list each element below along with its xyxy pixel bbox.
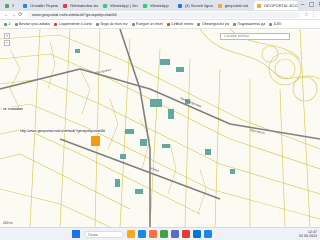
browser-tab[interactable]: 2 <box>2 1 18 10</box>
browser-tab[interactable]: WhatsApp | Зеленая <box>100 1 138 10</box>
taskbar-app-icon[interactable] <box>193 230 201 238</box>
bookmark-item[interactable]: Подпишитесь да <box>232 22 266 26</box>
bookmark-icon <box>166 22 170 26</box>
browser-tab-bar: 2 Онлайн Переводчик Rebtrabotna ziek WhatsA… <box>0 0 320 11</box>
bookmark-item[interactable]: 2 <box>4 22 11 26</box>
tab-favicon-icon <box>257 3 262 8</box>
browser-tab[interactable]: Онлайн Переводчик <box>20 1 58 10</box>
bookmark-item[interactable]: Bmose rpoc-adtabu <box>14 22 51 26</box>
browser-tab[interactable]: Rebtrabotna ziek <box>60 1 98 10</box>
system-tray[interactable]: 12:47 02.06.2023 <box>299 230 317 238</box>
bookmark-label: Celifiotl minec <box>171 22 194 26</box>
bookmark-label: DJEI <box>273 22 282 26</box>
windows-start-icon[interactable] <box>72 230 80 238</box>
browser-tab[interactable]: (3) Scorch ligna <box>175 1 213 10</box>
maximize-icon[interactable]: ▢ <box>307 0 316 11</box>
tray-date: 02.06.2023 <box>299 234 317 238</box>
bookmark-icon <box>131 22 135 26</box>
bookmark-icon <box>96 22 100 26</box>
browser-tab[interactable]: geoportal.md <box>215 1 252 10</box>
taskbar: Поиск 12:47 02.06.2023 <box>0 227 320 240</box>
tab-label: 2 <box>12 3 15 8</box>
taskbar-app-icon[interactable] <box>204 230 212 238</box>
bookmark-item[interactable]: Ruegue un reset <box>131 22 163 26</box>
map-url-label: http://www.geoportal.md/ru/default/?geos… <box>19 129 107 133</box>
bookmark-icon <box>197 22 201 26</box>
tab-favicon-icon <box>143 3 148 8</box>
bookmark-label: Bmose rpoc-adtabu <box>19 22 51 26</box>
bookmark-item[interactable]: Bogo dz:mon mv <box>96 22 128 26</box>
browser-tab[interactable]: WhatsApp <box>140 1 172 10</box>
taskbar-search-input[interactable]: Поиск <box>84 230 124 238</box>
forward-icon[interactable]: → <box>10 12 17 18</box>
taskbar-app-icon[interactable] <box>127 230 135 238</box>
active-browser-tab[interactable]: GEOPORTAL.ECO.MD <box>254 1 299 10</box>
map-canvas[interactable]: Митр. Варлаам Ион Крянгэ Улица Мунчешть <box>0 29 320 227</box>
bookmarks-bar: 2 Bmose rpoc-adtabu Lugarimiente d Jonic Bo… <box>0 20 320 29</box>
cadastral-map[interactable]: Митр. Варлаам Ион Крянгэ Улица Мунчешть … <box>0 29 320 227</box>
bookmark-icon <box>14 22 18 26</box>
tab-label: (3) Scorch ligna <box>184 3 213 8</box>
tab-label: WhatsApp | Зеленая <box>110 3 139 8</box>
svg-text:Улица: Улица <box>150 166 160 173</box>
zoom-in-button[interactable]: + <box>4 33 10 39</box>
bookmark-item[interactable]: Lugarimiente d Jonic <box>54 22 92 26</box>
bookmark-label: 2 <box>8 22 11 26</box>
tab-favicon-icon <box>63 3 68 8</box>
taskbar-app-icon[interactable] <box>160 230 168 238</box>
scale-bar: 200 m <box>3 221 13 225</box>
url-field[interactable]: www.geoportal.md/ru/default/?geospetipor… <box>27 12 300 18</box>
tab-favicon-icon <box>177 3 182 8</box>
window-controls: – ▢ ✕ <box>298 0 320 11</box>
star-icon[interactable]: ☆ <box>303 12 310 18</box>
menu-icon[interactable]: ⋮ <box>310 12 317 18</box>
bookmark-item[interactable]: DJEI <box>269 22 282 26</box>
bookmark-label: Lugarimiente d Jonic <box>58 22 93 26</box>
svg-text:Ион Крянгэ: Ион Крянгэ <box>94 68 111 75</box>
bookmark-label: Obeziegunzio pa <box>201 22 229 26</box>
close-icon[interactable]: ✕ <box>316 0 320 11</box>
bookmark-label: Bogo dz:mon mv <box>100 22 128 26</box>
reload-icon[interactable]: ⟳ <box>17 12 24 18</box>
taskbar-app-icon[interactable] <box>149 230 157 238</box>
map-left-label: ce coawatan <box>2 107 25 111</box>
taskbar-app-icon[interactable] <box>138 230 146 238</box>
bookmark-label: Ruegue un reset <box>136 22 163 26</box>
tab-label: WhatsApp <box>150 3 169 8</box>
tab-label: Онлайн Переводчик <box>30 3 58 8</box>
selected-parcel[interactable] <box>91 136 100 146</box>
bookmark-icon <box>232 22 236 26</box>
map-search-input[interactable]: Cautare adresa <box>220 33 290 40</box>
tab-label: Rebtrabotna ziek <box>70 3 99 8</box>
tab-favicon-icon <box>217 3 222 8</box>
tab-favicon-icon <box>23 3 28 8</box>
taskbar-app-icon[interactable] <box>182 230 190 238</box>
address-bar: ← → ⟳ www.geoportal.md/ru/default/?geosp… <box>0 11 320 20</box>
bookmark-item[interactable]: Celifiotl minec <box>166 22 194 26</box>
tab-favicon-icon <box>103 3 108 8</box>
minimize-icon[interactable]: – <box>298 0 307 11</box>
bookmark-item[interactable]: Obeziegunzio pa <box>197 22 229 26</box>
back-icon[interactable]: ← <box>3 12 10 18</box>
tab-label: geoportal.md <box>224 3 249 8</box>
bookmark-icon <box>54 22 58 26</box>
taskbar-app-icon[interactable] <box>171 230 179 238</box>
zoom-out-button[interactable]: − <box>4 40 10 46</box>
tab-label: GEOPORTAL.ECO.MD <box>264 3 299 8</box>
bookmark-label: Подпишитесь да <box>237 22 266 26</box>
tab-favicon-icon <box>5 3 9 8</box>
bookmark-icon <box>269 22 273 26</box>
bookmark-icon <box>4 22 7 26</box>
